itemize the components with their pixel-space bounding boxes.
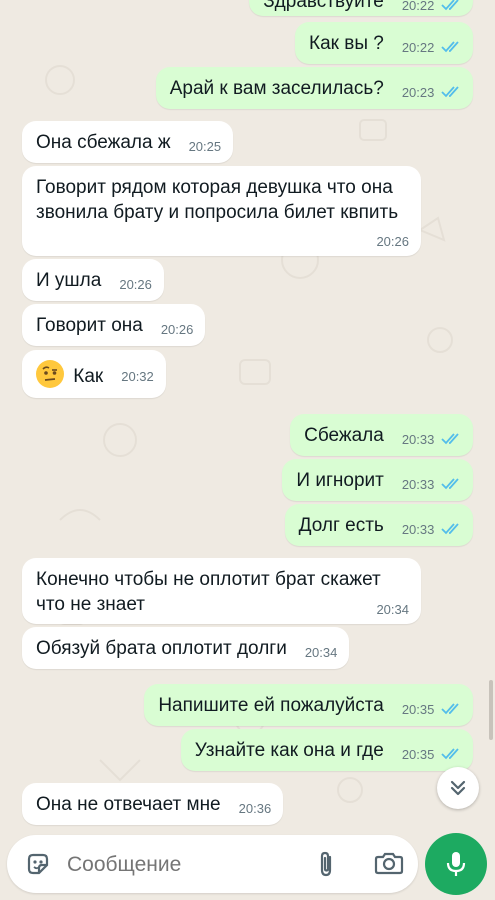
message-meta: 20:26 xyxy=(161,321,194,339)
read-ticks-icon xyxy=(441,0,459,11)
message-meta: 20:33 xyxy=(402,521,461,539)
message-text: И игнорит xyxy=(296,470,384,491)
message-meta: 20:34 xyxy=(376,601,409,619)
message-time: 20:22 xyxy=(401,0,435,13)
message-bubble-incoming[interactable]: Она не отвечает мне 20:36 xyxy=(22,783,284,825)
message-text: Говорит рядом которая девушка что она зв… xyxy=(36,177,399,223)
message-meta: 20:26 xyxy=(376,233,409,251)
message-bubble-incoming[interactable]: Как 20:32 xyxy=(22,350,166,398)
message-meta: 20:22 xyxy=(402,39,461,57)
read-ticks-icon xyxy=(441,86,459,98)
read-ticks-icon xyxy=(441,433,459,445)
message-text: Она сбежала ж xyxy=(36,132,171,153)
message-bubble-incoming[interactable]: Говорит рядом которая девушка что она зв… xyxy=(22,166,421,256)
message-meta: 20:35 xyxy=(402,701,461,719)
chat-area[interactable]: Здравствуйте 20:22 Как вы ? 20:22 Арай к… xyxy=(0,0,495,900)
message-meta: 20:33 xyxy=(402,476,461,494)
read-ticks-icon xyxy=(441,523,459,535)
message-time: 20:33 xyxy=(401,477,435,492)
message-composer[interactable] xyxy=(7,835,418,893)
message-time: 20:22 xyxy=(401,40,435,55)
message-time: 20:35 xyxy=(401,747,435,762)
message-bubble-outgoing[interactable]: Долг есть 20:33 xyxy=(284,504,473,546)
message-text: Арай к вам заселилась? xyxy=(169,78,384,99)
message-meta: 20:32 xyxy=(121,368,154,386)
raised-eyebrow-face-icon xyxy=(36,360,64,388)
message-bubble-incoming[interactable]: Конечно чтобы не оплотит брат скажет что… xyxy=(22,558,421,624)
message-time: 20:23 xyxy=(401,85,435,100)
message-text: Говорит она xyxy=(36,315,143,336)
message-text: И ушла xyxy=(36,270,102,291)
message-bubble-outgoing[interactable]: Напишите ей пожалуйста 20:35 xyxy=(144,684,473,726)
message-bubble-outgoing[interactable]: И игнорит 20:33 xyxy=(282,459,473,501)
message-text: Она не отвечает мне xyxy=(36,794,221,815)
message-time: 20:25 xyxy=(188,139,222,154)
message-meta: 20:33 xyxy=(402,431,461,449)
read-ticks-icon xyxy=(441,478,459,490)
message-meta: 20:22 xyxy=(402,0,461,15)
scrollbar-thumb[interactable] xyxy=(489,680,493,740)
message-text: Узнайте как она и где xyxy=(194,740,384,761)
double-chevron-down-icon xyxy=(450,780,466,796)
voice-message-button[interactable] xyxy=(425,833,487,895)
message-bubble-outgoing[interactable]: Узнайте как она и где 20:35 xyxy=(180,729,473,771)
message-time: 20:26 xyxy=(119,277,152,292)
message-time: 20:36 xyxy=(238,801,272,816)
message-bubble-incoming[interactable]: Она сбежала ж 20:25 xyxy=(22,121,234,163)
message-time: 20:34 xyxy=(304,645,338,660)
message-time: 20:34 xyxy=(376,602,409,617)
message-text: Как xyxy=(73,366,104,387)
read-ticks-icon xyxy=(441,41,459,53)
message-bubble-outgoing[interactable]: Сбежала 20:33 xyxy=(290,414,473,456)
message-time: 20:33 xyxy=(401,522,435,537)
scroll-to-bottom-button[interactable] xyxy=(437,767,479,809)
message-text: Конечно чтобы не оплотит брат скажет что… xyxy=(36,569,381,615)
message-time: 20:32 xyxy=(121,369,154,384)
message-time: 20:33 xyxy=(401,432,435,447)
message-meta: 20:23 xyxy=(402,84,461,102)
message-meta: 20:34 xyxy=(305,644,338,662)
camera-icon[interactable] xyxy=(374,850,404,876)
message-meta: 20:25 xyxy=(189,138,222,156)
message-input[interactable] xyxy=(65,845,299,885)
message-text: Здравствуйте xyxy=(263,0,384,12)
message-bubble-outgoing[interactable]: Как вы ? 20:22 xyxy=(295,22,473,64)
message-meta: 20:36 xyxy=(239,800,272,818)
message-text: Напишите ей пожалуйста xyxy=(158,695,384,716)
message-meta: 20:35 xyxy=(402,746,461,764)
paperclip-icon[interactable] xyxy=(314,849,338,879)
message-time: 20:35 xyxy=(401,702,435,717)
message-text: Как вы ? xyxy=(309,33,384,54)
read-ticks-icon xyxy=(441,703,459,715)
message-bubble-incoming[interactable]: И ушла 20:26 xyxy=(22,259,164,301)
message-meta: 20:26 xyxy=(119,276,152,294)
message-time: 20:26 xyxy=(376,234,409,249)
message-bubble-incoming[interactable]: Говорит она 20:26 xyxy=(22,304,206,346)
message-text: Обязуй брата оплотит долги xyxy=(36,638,287,659)
message-bubble-incoming[interactable]: Обязуй брата оплотит долги 20:34 xyxy=(22,627,350,669)
message-bubble-outgoing[interactable]: Арай к вам заселилась? 20:23 xyxy=(155,67,473,109)
message-bubble-outgoing[interactable]: Здравствуйте 20:22 xyxy=(249,0,473,16)
sticker-icon[interactable] xyxy=(25,851,51,877)
message-text: Сбежала xyxy=(304,425,384,446)
microphone-icon xyxy=(446,852,466,876)
message-text: Долг есть xyxy=(298,515,384,536)
read-ticks-icon xyxy=(441,748,459,760)
message-time: 20:26 xyxy=(160,322,194,337)
